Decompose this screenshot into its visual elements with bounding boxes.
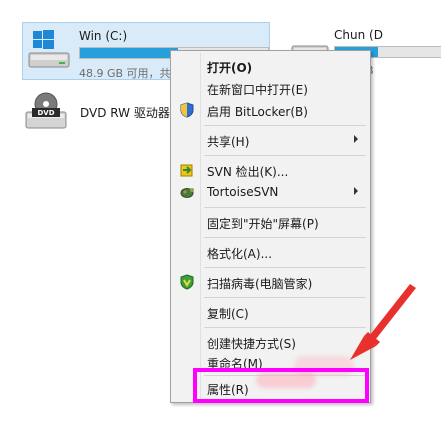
antivirus-icon [180,274,194,290]
menu-item-label: 复制(C) [207,307,249,321]
svn-checkout-icon [180,164,193,177]
menu-separator [204,155,366,156]
drive-c-name: Win (C:) [79,29,128,43]
svg-text:DVD: DVD [37,109,54,117]
menu-item-label: 在新窗口中打开(E) [207,83,308,97]
menu-separator [204,207,366,208]
menu-item-label: 扫描病毒(电脑管家) [207,277,313,291]
dvd-drive-icon: DVD [25,92,67,129]
menu-item-open-new-window[interactable]: 在新窗口中打开(E) [173,77,368,99]
menu-item-label: 共享(H) [207,135,250,149]
menu-item-share[interactable]: 共享(H) [173,129,368,151]
menu-item-label: 启用 BitLocker(B) [207,105,308,119]
menu-item-tortoise-svn[interactable]: TortoiseSVN [173,181,368,203]
menu-separator [204,267,366,268]
tortoise-svn-icon [180,188,194,198]
menu-separator [204,125,366,126]
menu-item-format[interactable]: 格式化(A)... [173,241,368,263]
menu-item-bitlocker[interactable]: 启用 BitLocker(B) [173,99,368,121]
submenu-arrow-icon [354,187,358,195]
drive-dvd-name: DVD RW 驱动器 [80,106,170,120]
menu-item-pin-to-start[interactable]: 固定到"开始"屏幕(P) [173,211,368,233]
menu-item-open[interactable]: 打开(O) [173,55,368,77]
windows-drive-icon [28,30,70,68]
drive-c-free-space: 48.9 GB 可用，共 [79,67,171,80]
menu-item-label: 固定到"开始"屏幕(P) [207,217,319,231]
drive-dvd-tile[interactable]: DVD DVD RW 驱动器 [24,92,184,136]
submenu-arrow-icon [354,135,358,143]
menu-item-label: TortoiseSVN [207,185,279,199]
menu-item-label: 创建快捷方式(S) [207,337,296,351]
menu-separator [204,237,366,238]
drive-d-name: Chun (D [334,28,383,42]
menu-item-label: 打开(O) [207,61,253,75]
menu-item-svn-checkout[interactable]: SVN 检出(K)... [173,159,368,181]
drive-c-usage-fill [80,48,178,58]
annotation-arrow-icon [350,284,416,360]
shield-icon [180,102,194,118]
menu-item-label: 格式化(A)... [207,247,273,261]
menu-item-label: SVN 检出(K)... [207,165,289,179]
